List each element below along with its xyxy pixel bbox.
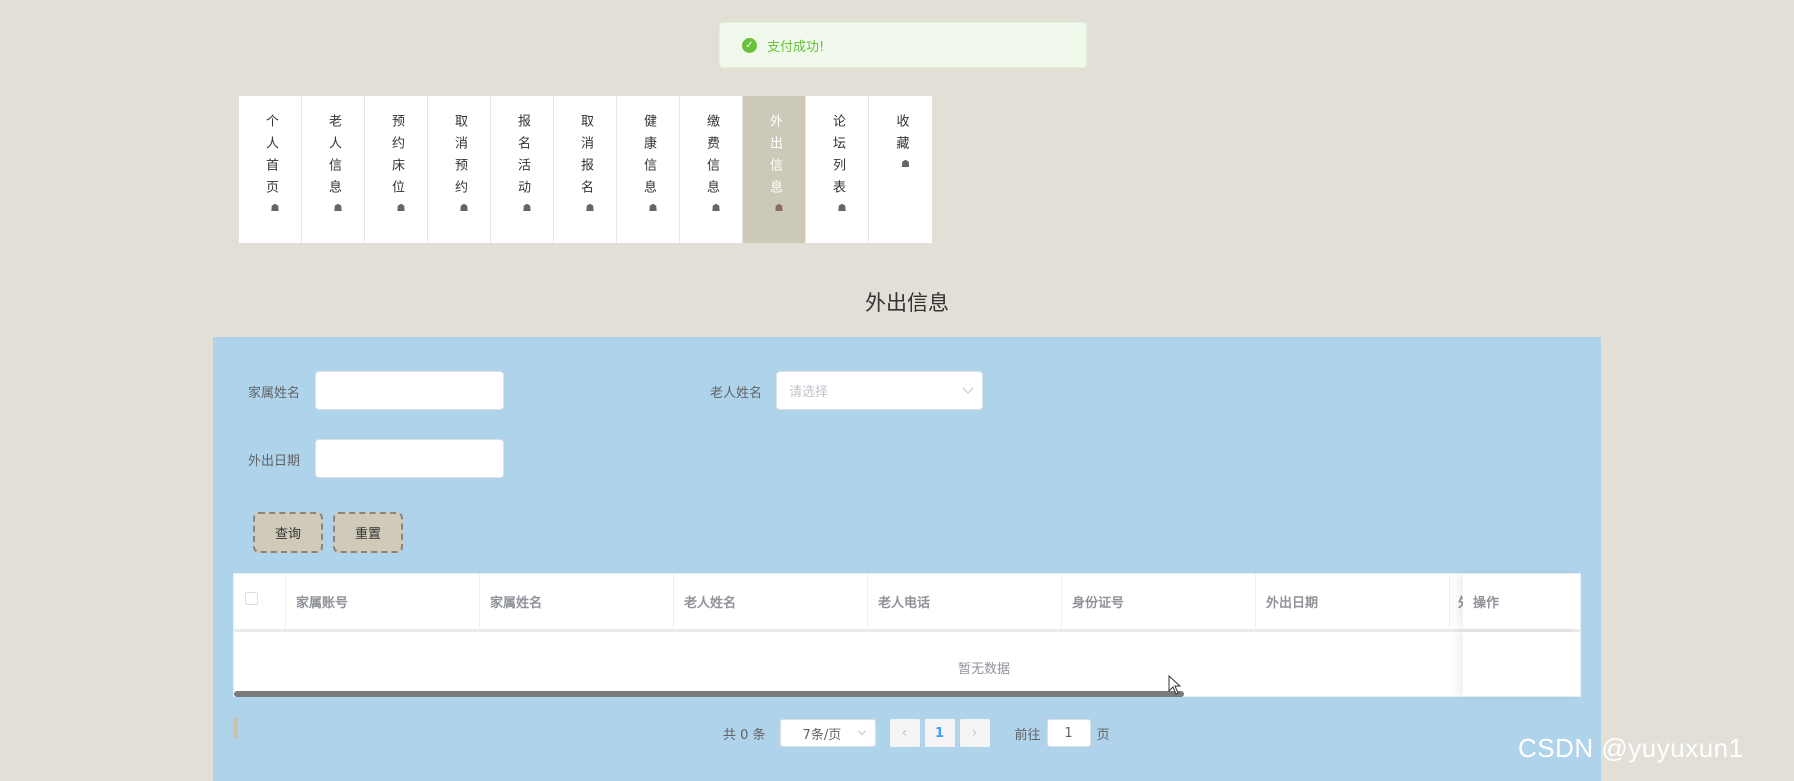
- nav-item-7[interactable]: 缴费信息 ☗: [680, 96, 743, 243]
- nav-item-label: 取消报名: [578, 114, 593, 202]
- reset-button[interactable]: 重置: [333, 512, 403, 553]
- prev-page-button[interactable]: ‹: [889, 719, 920, 747]
- home-icon: ☗: [837, 203, 847, 214]
- nav-item-label: 个人首页: [263, 114, 278, 202]
- chevron-down-icon: [962, 382, 974, 394]
- empty-text: 暂无数据: [957, 662, 1010, 677]
- nav-item-label: 老人信息: [326, 114, 341, 202]
- watermark: CSDN @yuyuxun1: [1518, 733, 1744, 763]
- pagination: 共 0 条 7条/页 ‹ 1 › 前往 1 页: [723, 719, 1110, 747]
- page-size-value: 7条/页: [802, 727, 842, 743]
- toast-message: 支付成功!: [767, 39, 825, 55]
- home-icon: ☗: [522, 203, 532, 214]
- current-page-button[interactable]: 1: [924, 719, 955, 747]
- select-all-checkbox[interactable]: [245, 592, 258, 605]
- column-header: 家属姓名: [480, 574, 674, 629]
- nav-item-8[interactable]: 外出信息 ☗: [743, 96, 806, 243]
- column-header: 老人姓名: [674, 574, 868, 629]
- home-icon: ☗: [459, 203, 469, 214]
- next-page-button[interactable]: ›: [959, 719, 990, 747]
- nav-item-label: 收藏: [893, 114, 909, 158]
- home-icon: ☗: [711, 203, 721, 214]
- nav-item-3[interactable]: 取消预约 ☗: [428, 96, 491, 243]
- success-toast: ✓ 支付成功!: [719, 22, 1087, 68]
- column-header: 身份证号: [1062, 574, 1256, 629]
- pagination-total: 共 0 条: [723, 727, 766, 743]
- nav-item-label: 报名活动: [515, 114, 530, 202]
- nav-item-label: 健康信息: [641, 114, 656, 202]
- home-icon: ☗: [333, 203, 343, 214]
- nav-item-label: 取消预约: [452, 114, 467, 202]
- header-checkbox-cell: [234, 574, 286, 629]
- family-name-input[interactable]: [315, 371, 504, 410]
- out-date-input[interactable]: [315, 439, 504, 478]
- page-title: 外出信息: [865, 291, 949, 315]
- content-panel: 家属姓名 老人姓名 请选择 外出日期 查询 重置 家属账号 家属姓名 老人姓名 老人电…: [213, 337, 1601, 781]
- column-header-truncated: 外: [1450, 574, 1464, 629]
- top-nav: 个人首页 ☗ 老人信息 ☗ 预约床位 ☗ 取消预约 ☗ 报名活动 ☗ 取消报名 ☗ 健康信息 ☗ 缴费信息 ☗…: [239, 96, 932, 243]
- check-circle-icon: ✓: [742, 37, 757, 53]
- page-suffix: 页: [1096, 727, 1110, 743]
- mouse-cursor-icon: [1168, 675, 1182, 695]
- home-icon: ☗: [648, 203, 658, 214]
- elder-name-select[interactable]: 请选择: [776, 371, 983, 410]
- elder-name-label: 老人姓名: [710, 386, 763, 401]
- nav-item-2[interactable]: 预约床位 ☗: [365, 96, 428, 243]
- home-icon: ☗: [774, 203, 784, 214]
- out-date-label: 外出日期: [248, 454, 301, 469]
- home-icon: ☗: [901, 159, 910, 170]
- nav-item-label: 论坛列表: [830, 114, 845, 202]
- column-header: 家属账号: [286, 574, 480, 629]
- horizontal-scrollbar[interactable]: [234, 691, 1184, 697]
- table-header: 家属账号家属姓名老人姓名老人电话身份证号外出日期外: [234, 574, 1580, 632]
- nav-item-5[interactable]: 取消报名 ☗: [554, 96, 617, 243]
- nav-item-4[interactable]: 报名活动 ☗: [491, 96, 554, 243]
- column-header: 外出日期: [1256, 574, 1450, 629]
- home-icon: ☗: [585, 203, 595, 214]
- nav-item-label: 缴费信息: [704, 114, 719, 202]
- nav-item-1[interactable]: 老人信息 ☗: [302, 96, 365, 243]
- pager-handle: [233, 717, 238, 739]
- header-actions: 操作: [1463, 574, 1580, 629]
- nav-item-6[interactable]: 健康信息 ☗: [617, 96, 680, 243]
- jump-label: 前往: [1014, 727, 1041, 743]
- home-icon: ☗: [270, 203, 280, 214]
- elder-name-placeholder: 请选择: [789, 385, 829, 400]
- query-button[interactable]: 查询: [253, 512, 323, 553]
- nav-item-9[interactable]: 论坛列表 ☗: [806, 96, 869, 243]
- nav-item-label: 外出信息: [767, 114, 782, 202]
- family-name-label: 家属姓名: [248, 386, 301, 401]
- nav-item-10[interactable]: 收藏 ☗: [869, 96, 932, 243]
- page-size-select[interactable]: 7条/页: [779, 719, 876, 747]
- home-icon: ☗: [396, 203, 406, 214]
- nav-item-label: 预约床位: [389, 114, 404, 202]
- column-header: 老人电话: [868, 574, 1062, 629]
- jump-page-input[interactable]: 1: [1046, 719, 1091, 747]
- data-table: 家属账号家属姓名老人姓名老人电话身份证号外出日期外 操作 暂无数据: [233, 573, 1581, 697]
- chevron-down-icon: [857, 726, 866, 736]
- nav-item-0[interactable]: 个人首页 ☗: [239, 96, 302, 243]
